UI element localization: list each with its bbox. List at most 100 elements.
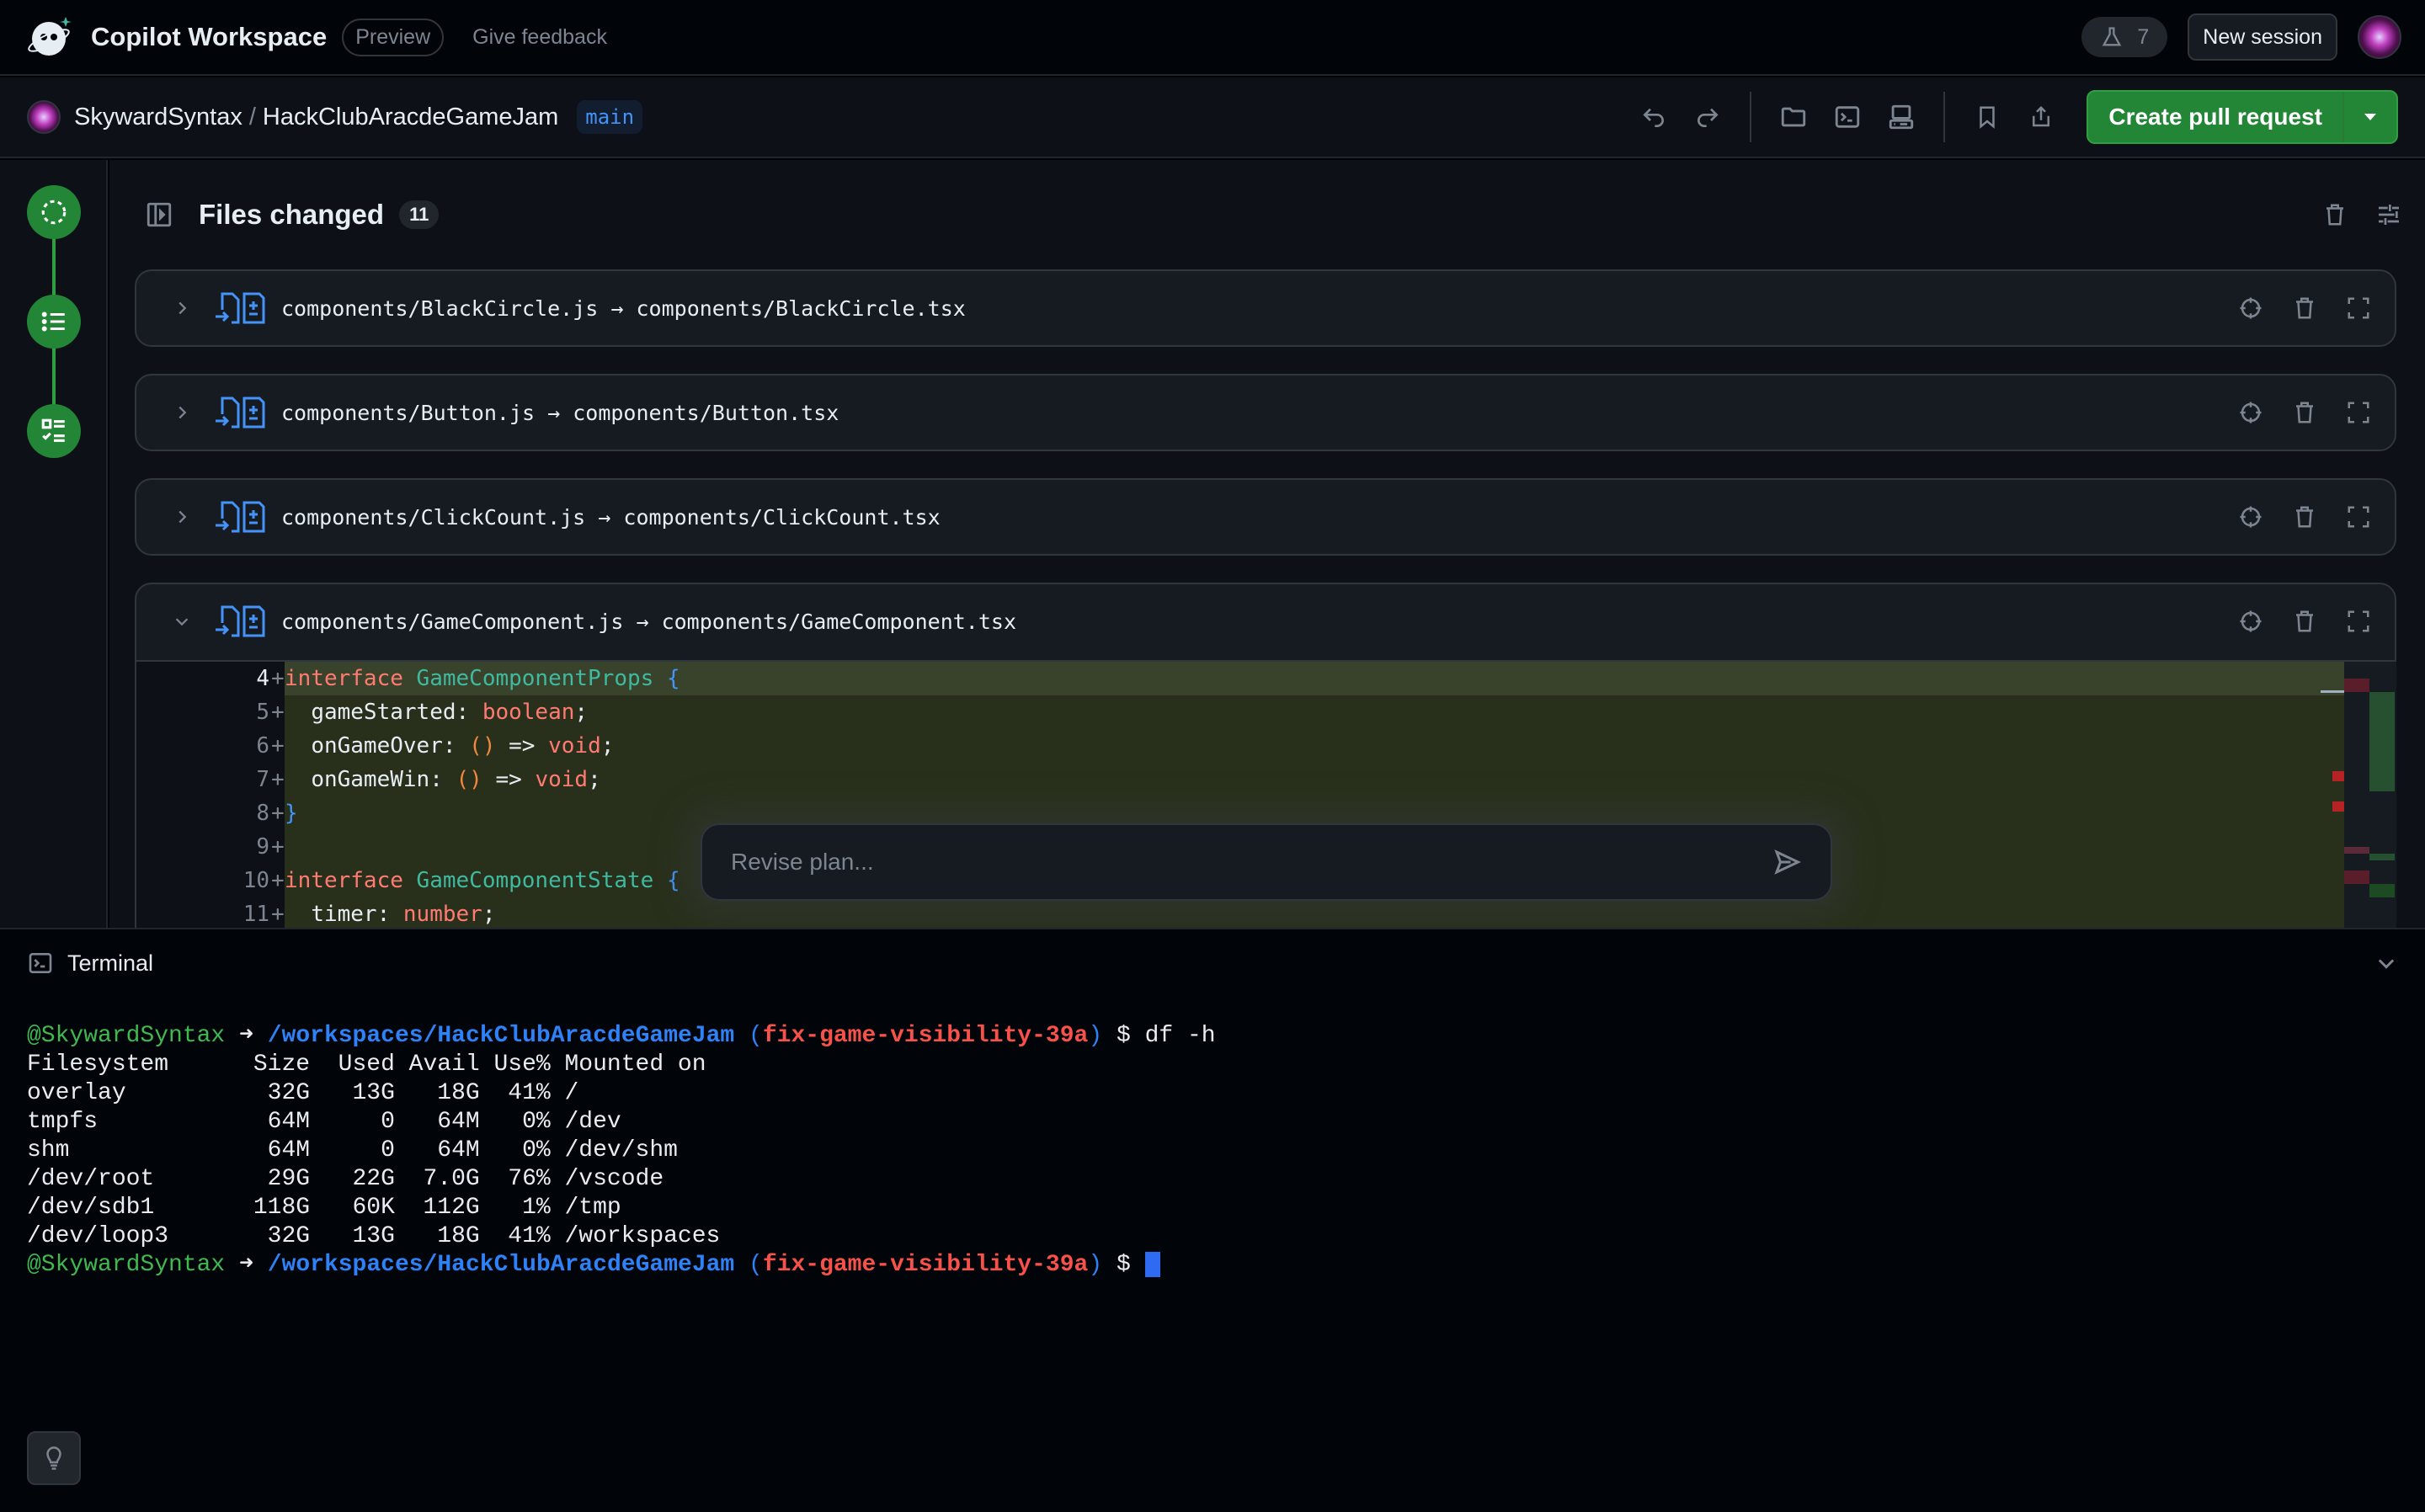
df-header: Filesystem Size Used Avail Use% Mounted … — [27, 1051, 706, 1078]
plan-step-button[interactable] — [27, 295, 81, 349]
chevron-right-icon[interactable] — [165, 396, 199, 429]
repo-owner-avatar — [27, 100, 61, 134]
terminal-output[interactable]: @SkywardSyntax ➜ /workspaces/HackClubAra… — [27, 1022, 1216, 1280]
discard-all-button[interactable] — [2317, 197, 2353, 232]
copilot-logo-icon[interactable] — [24, 12, 74, 62]
chevron-right-icon[interactable] — [165, 500, 199, 534]
create-pull-request-button[interactable]: Create pull request — [2088, 92, 2344, 142]
discard-file-button[interactable] — [2287, 604, 2322, 639]
diff-line: 7 + onGameWin: () => void; — [136, 763, 2326, 796]
chevron-down-icon[interactable] — [2374, 951, 2398, 975]
line-number: 10 — [242, 868, 269, 893]
branch-badge[interactable]: main — [577, 100, 643, 134]
diff-minimap[interactable] — [2321, 662, 2396, 928]
terminal-icon — [29, 953, 52, 973]
create-pull-request-group: Create pull request — [2087, 90, 2398, 144]
line-number: 5 — [256, 700, 269, 725]
discard-file-button[interactable] — [2287, 395, 2322, 430]
line-number: 7 — [256, 767, 269, 792]
file-card[interactable]: components/BlackCircle.js → components/B… — [135, 269, 2396, 347]
terminal-title: Terminal — [67, 950, 154, 976]
df-row: /dev/sdb1 118G 60K 112G 1% /tmp — [27, 1195, 621, 1221]
trash-icon — [2296, 610, 2313, 632]
crosshair-icon — [2240, 297, 2262, 319]
create-pull-request-dropdown[interactable] — [2344, 92, 2396, 142]
file-card-header[interactable]: components/BlackCircle.js → components/B… — [165, 271, 2395, 345]
view-options-button[interactable] — [2371, 197, 2406, 232]
fullscreen-button[interactable] — [2341, 499, 2376, 535]
code-line: onGameWin: () => void; — [285, 763, 2326, 796]
file-actions — [2233, 499, 2376, 535]
focus-file-button[interactable] — [2233, 290, 2268, 326]
file-card-header[interactable]: components/Button.js → components/Button… — [165, 375, 2395, 450]
line-number: 8 — [256, 801, 269, 826]
file-path: components/BlackCircle.js → components/B… — [281, 295, 966, 321]
top-header: Copilot Workspace Preview Give feedback … — [0, 0, 2425, 76]
terminal-cursor — [1144, 1251, 1160, 1277]
implementation-step-button[interactable] — [27, 404, 81, 458]
preview-badge: Preview — [342, 18, 445, 56]
terminal-prompt-line: @SkywardSyntax ➜ /workspaces/HackClubAra… — [27, 1023, 1216, 1049]
folder-icon — [1782, 107, 1806, 127]
undo-button[interactable] — [1627, 90, 1681, 144]
focus-file-button[interactable] — [2233, 499, 2268, 535]
spec-step-button[interactable] — [27, 185, 81, 239]
toolbar-divider — [1943, 92, 1946, 142]
sidebar-expand-icon[interactable] — [145, 200, 173, 229]
send-icon[interactable] — [1772, 847, 1802, 877]
file-actions — [2233, 290, 2376, 326]
new-session-button[interactable]: New session — [2188, 13, 2337, 61]
diff-line: 6 + onGameOver: () => void; — [136, 729, 2326, 763]
revise-plan-box — [701, 823, 1832, 901]
caret-down-icon — [2364, 114, 2376, 120]
files-changed-title: Files changed — [199, 199, 385, 230]
discard-file-button[interactable] — [2287, 290, 2322, 326]
progress-rail — [0, 160, 108, 928]
file-card[interactable]: components/Button.js → components/Button… — [135, 374, 2396, 451]
chevron-down-icon[interactable] — [165, 604, 199, 638]
discard-file-button[interactable] — [2287, 499, 2322, 535]
lightbulb-icon — [46, 1446, 61, 1470]
bookmark-button[interactable] — [1960, 90, 2014, 144]
give-feedback-link[interactable]: Give feedback — [472, 25, 607, 50]
repo-owner[interactable]: SkywardSyntax — [74, 104, 242, 131]
terminal-icon — [1836, 106, 1860, 128]
file-card[interactable]: components/ClickCount.js → components/Cl… — [135, 478, 2396, 556]
fullscreen-button[interactable] — [2341, 395, 2376, 430]
line-number: 9 — [256, 834, 269, 860]
revise-plan-input[interactable] — [731, 849, 1772, 876]
terminal-button[interactable] — [1820, 90, 1874, 144]
tasklist-icon — [41, 418, 65, 442]
df-row: /dev/loop3 32G 13G 18G 41% /workspaces — [27, 1223, 721, 1249]
terminal-panel[interactable]: Terminal @SkywardSyntax ➜ /workspaces/Ha… — [0, 928, 2425, 1512]
focus-file-button[interactable] — [2233, 604, 2268, 639]
codespace-icon — [1889, 104, 1914, 130]
fullscreen-icon — [2348, 610, 2369, 632]
diff-line: 4 + interface GameComponentProps { — [136, 662, 2326, 695]
app-title[interactable]: Copilot Workspace — [91, 22, 327, 52]
chevron-right-icon[interactable] — [165, 291, 199, 325]
undo-icon — [1643, 108, 1665, 127]
user-avatar[interactable] — [2358, 15, 2401, 59]
fullscreen-button[interactable] — [2341, 290, 2376, 326]
file-card-header[interactable]: components/GameComponent.js → components… — [165, 584, 2395, 658]
diff-line: 5 + gameStarted: boolean; — [136, 695, 2326, 729]
tips-button[interactable] — [27, 1431, 81, 1485]
fullscreen-button[interactable] — [2341, 604, 2376, 639]
toolbar-divider — [1750, 92, 1752, 142]
terminal-prompt-line: @SkywardSyntax ➜ /workspaces/HackClubAra… — [27, 1251, 1216, 1280]
file-card-header[interactable]: components/ClickCount.js → components/Cl… — [165, 480, 2395, 554]
code-line: interface GameComponentProps { — [285, 662, 2326, 695]
codespace-button[interactable] — [1874, 90, 1928, 144]
files-header: Files changed 11 — [109, 160, 2425, 269]
file-path: components/ClickCount.js → components/Cl… — [281, 504, 941, 530]
line-number: 11 — [242, 902, 269, 927]
files-button[interactable] — [1767, 90, 1820, 144]
code-line: gameStarted: boolean; — [285, 695, 2326, 729]
focus-file-button[interactable] — [2233, 395, 2268, 430]
experiments-button[interactable]: 7 — [2081, 17, 2168, 57]
code-line: onGameOver: () => void; — [285, 729, 2326, 763]
share-button[interactable] — [2014, 90, 2068, 144]
redo-button[interactable] — [1681, 90, 1735, 144]
repo-name[interactable]: HackClubAracdeGameJam — [263, 104, 558, 131]
